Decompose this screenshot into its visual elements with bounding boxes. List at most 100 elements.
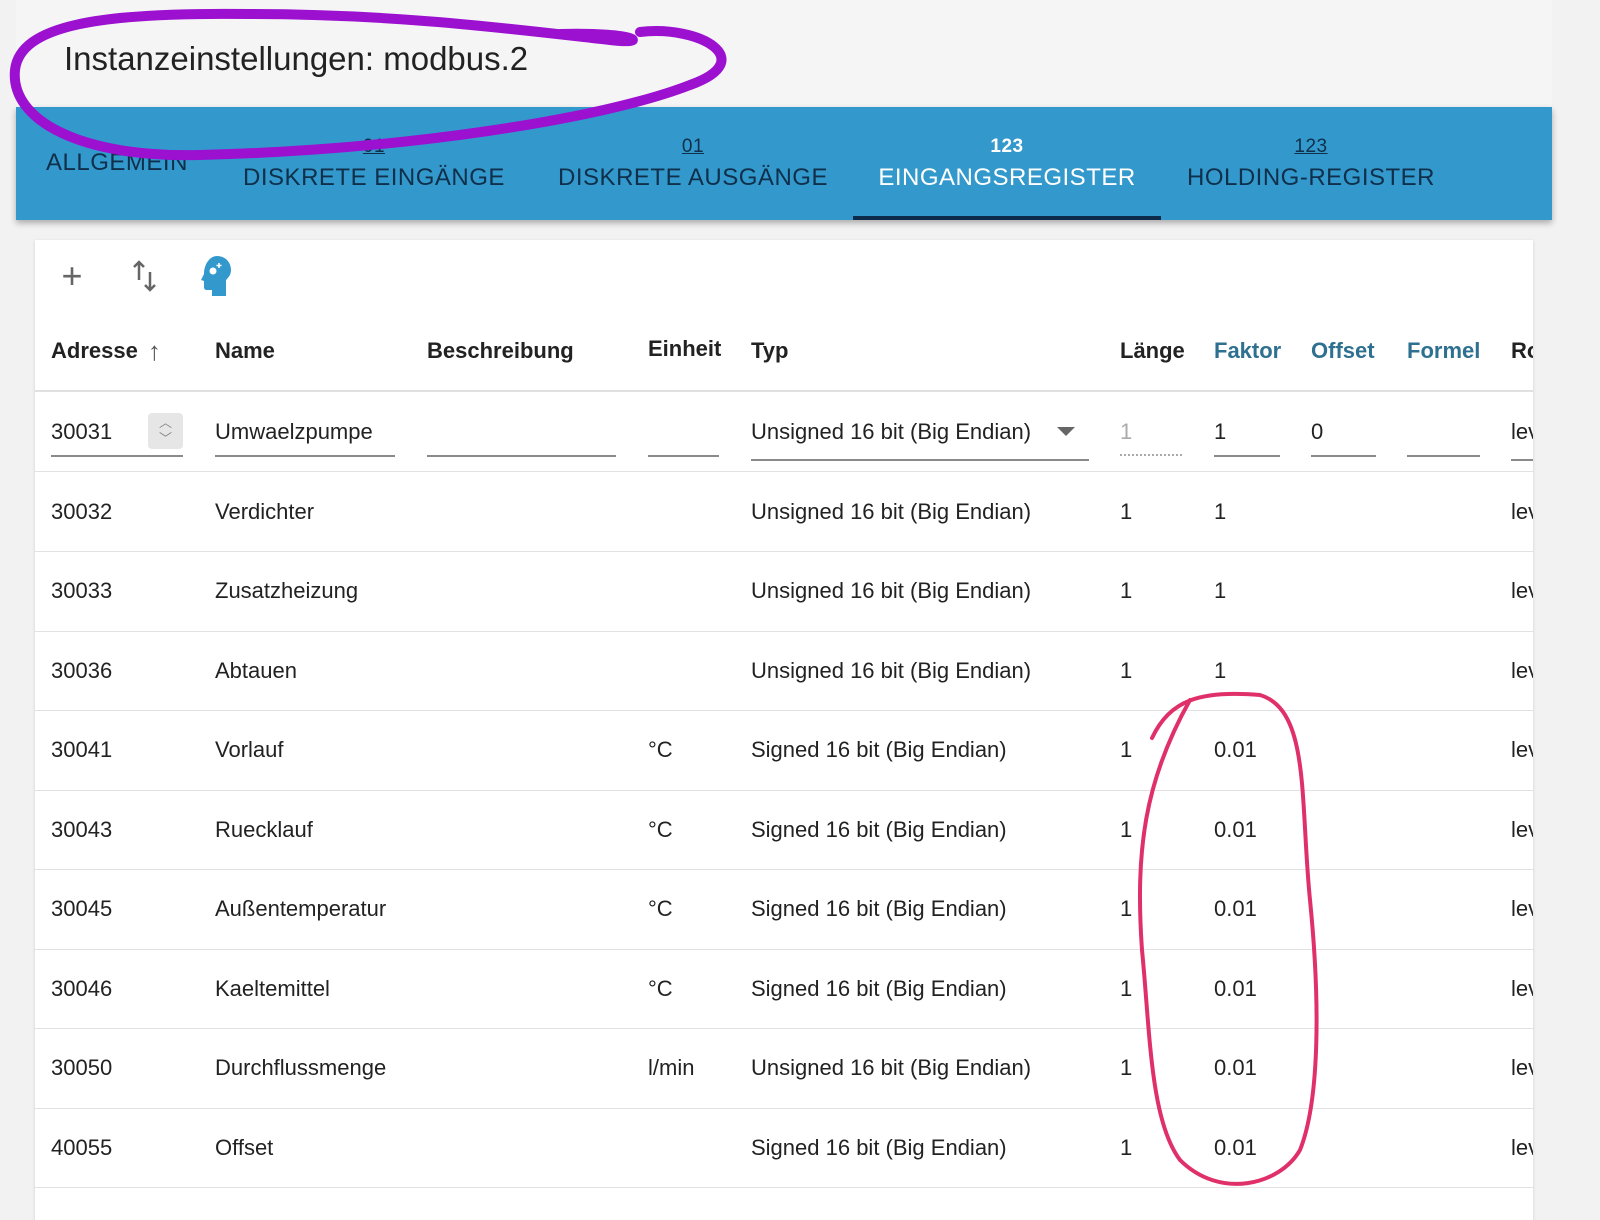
cell-role: lev: [1511, 657, 1533, 683]
input-underline: [751, 459, 1089, 461]
cell-unit: °C: [648, 737, 673, 762]
cell-role: lev: [1511, 498, 1533, 524]
tab-label: Allgemein: [46, 148, 188, 176]
tab-allgemein[interactable]: Allgemein: [32, 107, 202, 220]
cell-unit: °C: [648, 975, 673, 1001]
cell-type: Unsigned 16 bit (Big Endian): [751, 657, 1032, 683]
cell-name: Kaeltemittel: [215, 975, 330, 1001]
cell-length: 1: [1120, 896, 1133, 921]
input-underline: [215, 455, 395, 457]
cell-address: 30032: [51, 498, 113, 524]
length-input[interactable]: 1: [1120, 392, 1132, 471]
table-row[interactable]: 30041 Vorlauf °C Signed 16 bit (Big Endian)…: [35, 711, 1533, 791]
cell-name: Durchflussmenge: [215, 1055, 387, 1080]
cell-factor: 0.01: [1214, 816, 1257, 842]
cell-factor: 0.01: [1214, 975, 1257, 1001]
cell-type: Unsigned 16 bit (Big Endian): [751, 498, 1032, 524]
ai-assistant-button[interactable]: [195, 254, 239, 298]
cell-role: lev: [1511, 1134, 1533, 1160]
cell-role: lev: [1511, 1055, 1533, 1080]
input-underline: [1511, 459, 1533, 461]
table-row[interactable]: 40055 Offset Signed 16 bit (Big Endian) 1 0.…: [35, 1108, 1533, 1188]
col-einheit[interactable]: Einheit: [648, 312, 721, 390]
col-offset[interactable]: Offset: [1311, 312, 1375, 390]
cell-length: 1: [1120, 578, 1133, 603]
cell-length: 1: [1120, 657, 1133, 683]
cell-name: Zusatzheizung: [215, 578, 359, 603]
table-row[interactable]: 30032 Verdichter Unsigned 16 bit (Big Endi…: [35, 472, 1533, 552]
tab-label: Holding-Register: [1186, 163, 1436, 191]
tab-diskrete-eingaenge[interactable]: 01 Diskrete Eingänge: [236, 107, 512, 220]
cell-address: 30041: [51, 737, 113, 762]
tab-label: Diskrete Eingänge: [243, 163, 505, 191]
numeric-icon: 123: [990, 135, 1024, 157]
cell-address: 40055: [51, 1134, 113, 1160]
input-underline: [648, 455, 719, 457]
import-export-button[interactable]: [123, 254, 167, 298]
cell-type: Signed 16 bit (Big Endian): [751, 816, 1007, 842]
factor-input[interactable]: 1: [1214, 392, 1226, 471]
cell-address: 30045: [51, 896, 113, 921]
offset-input[interactable]: 0: [1311, 392, 1323, 471]
sort-ascending-icon: ↑: [147, 335, 161, 366]
binary-icon: 01: [362, 135, 386, 157]
chevron-down-icon[interactable]: [1057, 427, 1075, 436]
cell-type: Unsigned 16 bit (Big Endian): [751, 1055, 1032, 1080]
head-brain-icon: [201, 256, 231, 296]
cell-factor: 0.01: [1214, 737, 1257, 762]
table-row[interactable]: 30033 Zusatzheizung Unsigned 16 bit (Big E…: [35, 552, 1533, 632]
col-beschreibung[interactable]: Beschreibung: [427, 312, 574, 390]
cell-unit: °C: [648, 816, 673, 842]
add-button[interactable]: +: [50, 254, 94, 298]
input-underline: [1214, 455, 1280, 457]
cell-type: Unsigned 16 bit (Big Endian): [751, 578, 1032, 603]
cell-unit: °C: [648, 896, 673, 921]
col-laenge[interactable]: Länge: [1120, 312, 1185, 390]
input-underline: [1311, 455, 1376, 457]
tab-label: Diskrete Ausgänge: [558, 163, 828, 191]
cell-factor: 1: [1214, 498, 1227, 524]
table-row[interactable]: 30046 Kaeltemittel °C Signed 16 bit (Big En…: [35, 949, 1533, 1029]
tab-holding-register[interactable]: 123 Holding-Register: [1166, 107, 1456, 220]
cell-address: 30043: [51, 816, 113, 842]
cell-name: Außentemperatur: [215, 896, 387, 921]
cell-factor: 0.01: [1214, 896, 1257, 921]
plus-icon: +: [61, 255, 83, 296]
cell-name: Verdichter: [215, 498, 315, 524]
col-role[interactable]: Ro: [1511, 312, 1533, 390]
address-stepper[interactable]: ︿ ﹀: [148, 413, 183, 449]
cell-factor: 0.01: [1214, 1055, 1257, 1080]
cell-name: Ruecklauf: [215, 816, 313, 842]
cell-length: 1: [1120, 1134, 1133, 1160]
col-name[interactable]: Name: [215, 312, 275, 390]
cell-factor: 0.01: [1214, 1134, 1257, 1160]
cell-length: 1: [1120, 498, 1133, 524]
table-row[interactable]: 30043 Ruecklauf °C Signed 16 bit (Big Endia…: [35, 790, 1533, 870]
cell-name: Vorlauf: [215, 737, 284, 762]
table-row[interactable]: 30045 Außentemperatur °C Signed 16 bit (Big…: [35, 870, 1533, 950]
cell-length: 1: [1120, 816, 1133, 842]
cell-role: lev: [1511, 896, 1533, 921]
tab-eingangsregister[interactable]: 123 Eingangsregister: [853, 107, 1161, 220]
cell-role: lev: [1511, 737, 1533, 762]
binary-icon: 01: [681, 135, 705, 157]
cell-role: lev: [1511, 578, 1533, 603]
table-row[interactable]: 30036 Abtauen Unsigned 16 bit (Big Endian)…: [35, 631, 1533, 711]
tab-diskrete-ausgaenge[interactable]: 01 Diskrete Ausgänge: [546, 107, 840, 220]
name-input[interactable]: Umwaelzpumpe: [215, 392, 373, 471]
cell-length: 1: [1120, 737, 1133, 762]
col-formel[interactable]: Formel: [1407, 312, 1480, 390]
col-adresse[interactable]: Adresse ↑: [51, 312, 161, 390]
register-table-card: + Adresse ↑ Name Beschreibung Einheit Typ…: [35, 240, 1533, 1220]
address-input[interactable]: 30031: [51, 392, 112, 471]
page-header: Instanzeinstellungen: modbus.2: [16, 0, 1552, 107]
cell-unit: l/min: [648, 1055, 695, 1080]
cell-address: 30036: [51, 657, 113, 683]
numeric-icon: 123: [1294, 135, 1328, 157]
cell-length: 1: [1120, 975, 1133, 1001]
col-faktor[interactable]: Faktor: [1214, 312, 1281, 390]
col-typ[interactable]: Typ: [751, 312, 788, 390]
input-underline: [51, 455, 183, 457]
table-row[interactable]: 30050 Durchflussmenge l/min Unsigned 16 bit…: [35, 1029, 1533, 1109]
cell-role: lev: [1511, 975, 1533, 1001]
